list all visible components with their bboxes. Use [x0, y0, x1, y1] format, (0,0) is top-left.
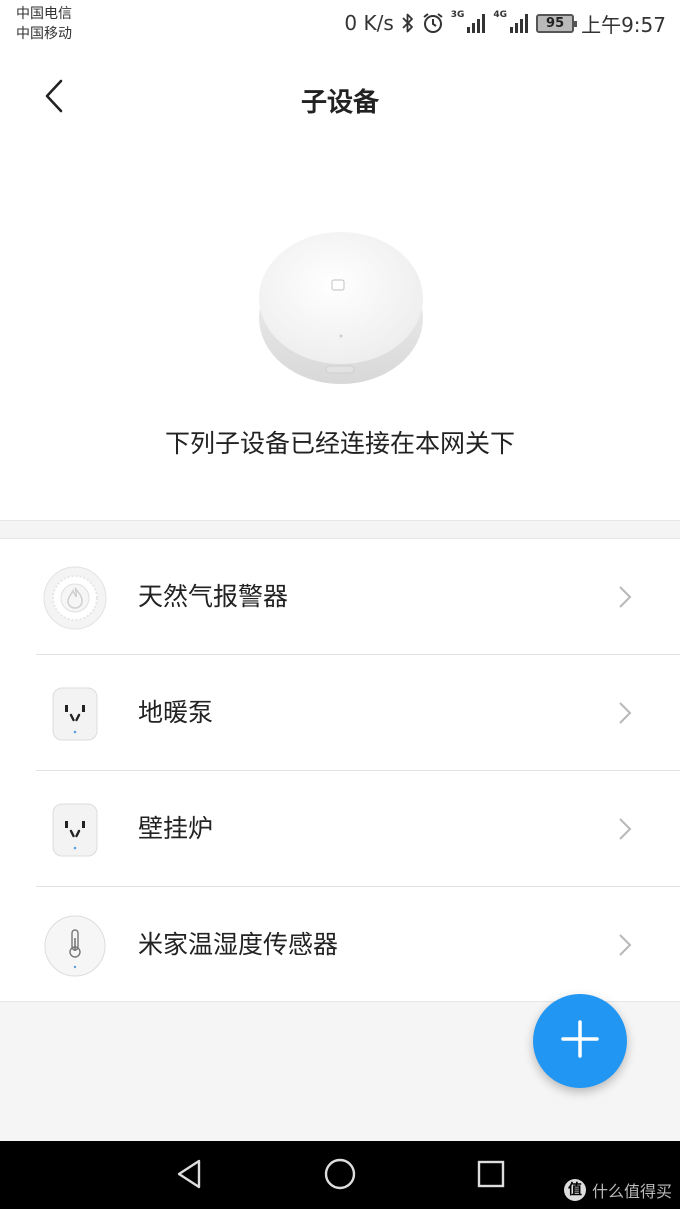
sim1-network-label: 3G: [450, 10, 465, 20]
status-clock: 上午9:57: [581, 12, 666, 37]
bluetooth-icon: [401, 12, 415, 34]
list-item[interactable]: 地暖泵: [0, 655, 680, 771]
gateway-description: 下列子设备已经连接在本网关下: [164, 429, 515, 458]
nav-recents-button[interactable]: [470, 1155, 512, 1197]
list-item[interactable]: 天然气报警器: [0, 539, 680, 655]
watermark: 值 什么值得买: [563, 1178, 672, 1202]
chevron-right-icon: [618, 817, 632, 841]
device-name: 天然气报警器: [138, 582, 289, 611]
watermark-logo: 值: [563, 1179, 586, 1201]
add-device-button[interactable]: [533, 994, 627, 1088]
page-title: 子设备: [300, 88, 379, 118]
device-list: 天然气报警器 地暖泵 壁挂炉 米家温湿度传感器: [0, 539, 680, 1003]
square-recents-icon: [476, 1159, 506, 1193]
section-divider: [0, 520, 680, 539]
app-header: 子设备: [0, 48, 680, 148]
smart-plug-icon: [43, 682, 107, 746]
device-name: 米家温湿度传感器: [138, 930, 339, 959]
nav-back-button[interactable]: [168, 1155, 210, 1197]
signal-icon: [509, 13, 529, 33]
carrier-2-label: 中国移动: [16, 26, 72, 42]
device-name: 壁挂炉: [138, 814, 214, 843]
smart-plug-icon: [43, 798, 107, 862]
signal-icon: [466, 13, 486, 33]
watermark-text: 什么值得买: [591, 1182, 672, 1201]
sim2-network-label: 4G: [493, 10, 508, 20]
carrier-1-label: 中国电信: [16, 6, 72, 22]
chevron-right-icon: [618, 585, 632, 609]
list-item[interactable]: 壁挂炉: [0, 771, 680, 887]
chevron-right-icon: [618, 701, 632, 725]
list-item[interactable]: 米家温湿度传感器: [0, 887, 680, 1003]
status-indicators: 0 K/s 3G 4G 95 上午9:57: [344, 9, 666, 37]
status-bar: 中国电信 中国移动 0 K/s 3G 4G 95 上午9:57: [0, 0, 680, 48]
alarm-clock-icon: [422, 12, 444, 34]
triangle-back-icon: [173, 1158, 205, 1194]
battery-indicator: 95: [536, 13, 578, 33]
gateway-image: [252, 222, 430, 390]
nav-home-button[interactable]: [319, 1155, 361, 1197]
gas-alarm-icon: [43, 566, 107, 630]
circle-home-icon: [323, 1157, 357, 1195]
device-name: 地暖泵: [138, 698, 214, 727]
network-speed: 0 K/s: [344, 11, 394, 35]
carrier-labels: 中国电信 中国移动: [16, 4, 72, 44]
plus-icon: [560, 1019, 600, 1063]
chevron-right-icon: [618, 933, 632, 957]
thermometer-sensor-icon: [43, 914, 107, 978]
